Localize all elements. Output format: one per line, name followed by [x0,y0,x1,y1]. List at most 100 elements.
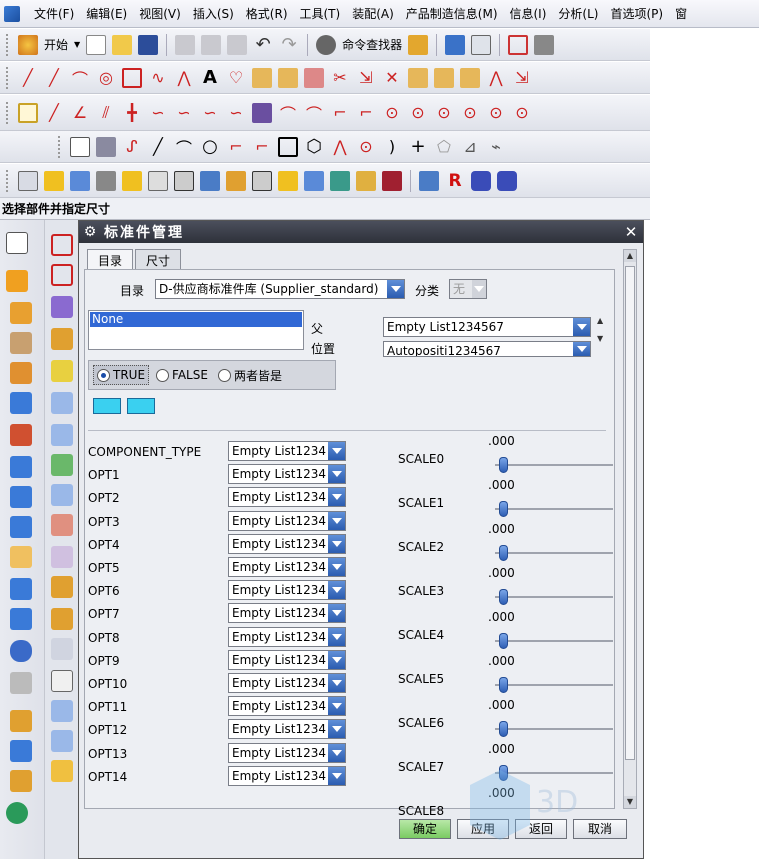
gear-icon[interactable]: ⚙ [82,223,100,241]
project-icon[interactable] [252,67,272,88]
param-select[interactable]: Empty List1234 [228,533,346,554]
param-select[interactable]: Empty List1234 [228,441,346,461]
scale-slider[interactable] [495,589,613,605]
menu-edit[interactable]: 编辑(E) [80,0,133,28]
runner-icon[interactable] [419,170,439,191]
param-select[interactable]: Empty List1234 [228,742,346,763]
through-curves-icon[interactable] [51,360,73,382]
grid-icon[interactable] [252,102,272,123]
feature-icon[interactable] [10,456,32,478]
command-finder-button[interactable]: 命令查找器 [342,36,402,53]
point-icon[interactable]: + [408,136,428,157]
slider-knob[interactable] [499,765,508,781]
start-button[interactable]: 开始 [44,36,68,53]
param-select[interactable]: Empty List1234 [228,487,346,508]
line-icon[interactable]: ╱ [148,137,168,157]
toolbar-grip[interactable] [6,169,10,192]
toolbar-grip[interactable] [6,33,10,56]
revolve-icon[interactable] [10,302,32,324]
gate-icon[interactable] [382,170,402,191]
perpendicular-icon[interactable]: ╋ [122,103,142,123]
scale-slider[interactable] [495,765,613,781]
spline-icon[interactable]: ⋀ [330,137,350,157]
ellipse-icon[interactable]: ⊙ [356,137,376,157]
chevron-down-icon[interactable] [328,581,345,600]
layout-icon[interactable] [148,170,168,191]
undo-icon[interactable]: ↶ [253,34,273,55]
circle-icon[interactable]: ⊙ [486,103,506,123]
new-file-icon[interactable] [86,34,107,55]
corner-icon[interactable]: ⌐ [330,103,350,123]
remove-component-icon[interactable] [127,398,155,414]
slider-knob[interactable] [499,501,508,517]
chevron-down-icon[interactable] [328,766,345,785]
scale-slider[interactable] [495,633,613,649]
parting-icon[interactable] [226,170,246,191]
circle-icon[interactable]: ◎ [96,68,116,88]
slider-icon[interactable] [330,170,350,191]
offset-icon[interactable]: ♡ [226,68,246,88]
scroll-up-icon[interactable]: ▲ [624,250,636,262]
tools-icon[interactable] [200,170,220,191]
draft-icon[interactable] [10,578,32,600]
angle-icon[interactable]: ∠ [70,103,90,123]
param-select[interactable]: Empty List1234 [228,603,346,624]
hole-icon[interactable] [10,362,32,384]
menu-info[interactable]: 信息(I) [504,0,553,28]
toolbar-grip[interactable] [58,135,62,158]
arc-icon[interactable]: ⌒ [174,137,194,158]
add-component-icon[interactable] [93,398,121,414]
mold-init-icon[interactable] [44,170,64,191]
trim-icon[interactable]: ✂ [330,68,350,88]
curve-icon[interactable]: ∽ [200,103,220,123]
save-icon[interactable] [138,34,159,55]
parallel-icon[interactable]: ⫽ [96,103,116,123]
extend-icon[interactable]: ⇲ [356,68,376,88]
paste-icon[interactable] [227,34,248,55]
workpiece-icon[interactable] [122,170,142,191]
shell-icon[interactable] [10,486,32,508]
menu-assembly[interactable]: 装配(A) [346,0,400,28]
chevron-down-icon[interactable] [328,442,345,460]
line-icon[interactable]: ╱ [44,68,64,88]
block-icon[interactable] [10,392,32,414]
slider-knob[interactable] [499,721,508,737]
slider-knob[interactable] [499,589,508,605]
law-extension-icon[interactable] [51,514,73,536]
chevron-down-icon[interactable] [328,743,345,762]
param-select[interactable]: Empty List1234 [228,510,346,531]
open-folder-icon[interactable] [112,34,133,55]
arc-icon[interactable]: ⌒ [304,103,324,124]
toolbar-grip[interactable] [6,101,10,124]
apply-button[interactable]: 应用 [457,819,509,839]
chevron-down-icon[interactable] [573,342,590,356]
electrode-icon[interactable] [497,170,517,191]
insert-icon[interactable] [356,170,376,191]
list-scroll-arrows[interactable]: ▲ ▼ [597,316,609,356]
trim-body-icon[interactable] [10,608,32,630]
parent-select[interactable]: Empty List1234567 [383,317,591,337]
fillet-icon[interactable]: ⇲ [512,68,532,88]
chevron-down-icon[interactable] [328,488,345,507]
chevron-down-icon[interactable] [328,534,345,553]
circle-icon[interactable]: ⊙ [408,103,428,123]
datum-icon[interactable] [51,264,73,286]
add-icon[interactable] [6,802,28,824]
circle-icon[interactable]: ⊙ [460,103,480,123]
circle-icon[interactable]: ⊙ [512,103,532,123]
line-icon[interactable]: ╱ [44,103,64,123]
list-item[interactable]: None [90,312,302,327]
back-button[interactable]: 返回 [515,819,567,839]
mirror-icon[interactable] [304,67,324,88]
sketch-icon[interactable] [6,232,28,254]
param-select[interactable]: Empty List1234 [228,719,346,740]
fillet-icon[interactable]: ⌐ [226,137,246,157]
point-icon[interactable]: ⋀ [486,68,506,88]
cancel-button[interactable]: 取消 [573,819,627,839]
bridge-icon[interactable] [434,67,454,88]
param-select[interactable]: Empty List1234 [228,557,346,577]
rectangle-icon[interactable] [278,136,298,157]
chevron-down-icon[interactable] [472,280,486,298]
arc-icon[interactable]: ⌒ [278,103,298,124]
selection-icon[interactable] [445,34,466,55]
